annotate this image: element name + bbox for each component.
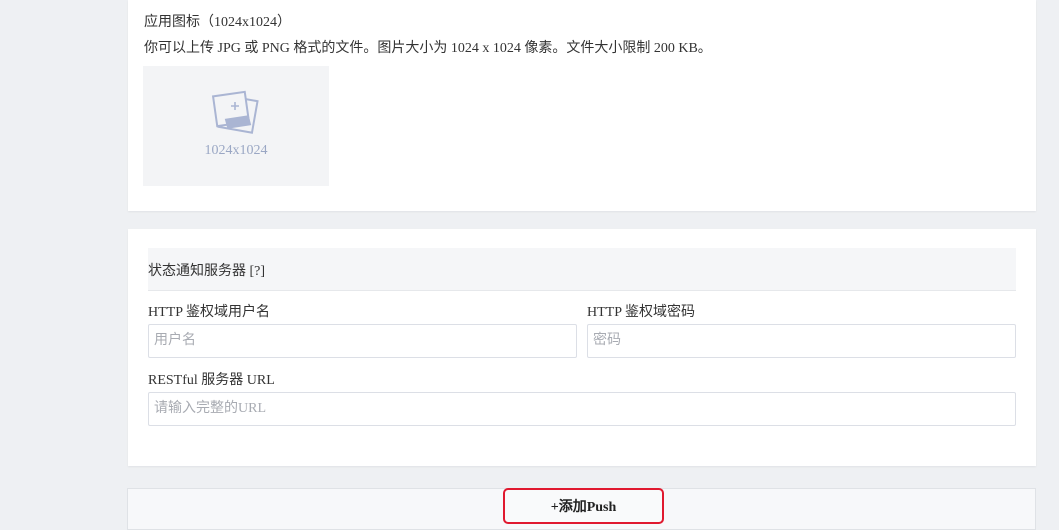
status-server-title: 状态通知服务器 [?] — [148, 264, 266, 279]
add-push-bar: +添加Push — [127, 488, 1036, 530]
http-user-label: HTTP 鉴权域用户名 — [148, 305, 270, 320]
app-icon-uploader[interactable]: 1024x1024 — [143, 66, 329, 186]
restful-url-label: RESTful 服务器 URL — [148, 373, 275, 388]
uploader-size-label: 1024x1024 — [204, 143, 268, 158]
status-server-card: 状态通知服务器 [?] HTTP 鉴权域用户名 HTTP 鉴权域密码 RESTf… — [128, 229, 1036, 466]
http-user-input[interactable] — [148, 324, 577, 358]
http-password-label: HTTP 鉴权域密码 — [587, 305, 695, 320]
add-push-button[interactable]: +添加Push — [503, 488, 664, 524]
app-icon-card: 应用图标（1024x1024） 你可以上传 JPG 或 PNG 格式的文件。图片… — [128, 0, 1036, 211]
restful-url-input[interactable] — [148, 392, 1016, 426]
app-icon-description: 你可以上传 JPG 或 PNG 格式的文件。图片大小为 1024 x 1024 … — [144, 41, 712, 56]
image-upload-icon — [211, 90, 259, 134]
http-password-input[interactable] — [587, 324, 1016, 358]
app-icon-title: 应用图标（1024x1024） — [144, 15, 291, 30]
status-server-header: 状态通知服务器 [?] — [148, 248, 1016, 291]
